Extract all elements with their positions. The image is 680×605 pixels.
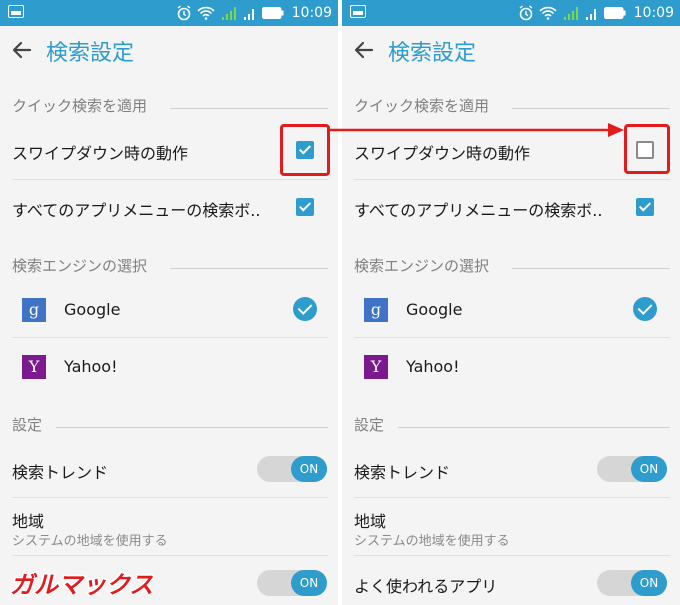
- annotation-arrow-icon: [330, 123, 624, 137]
